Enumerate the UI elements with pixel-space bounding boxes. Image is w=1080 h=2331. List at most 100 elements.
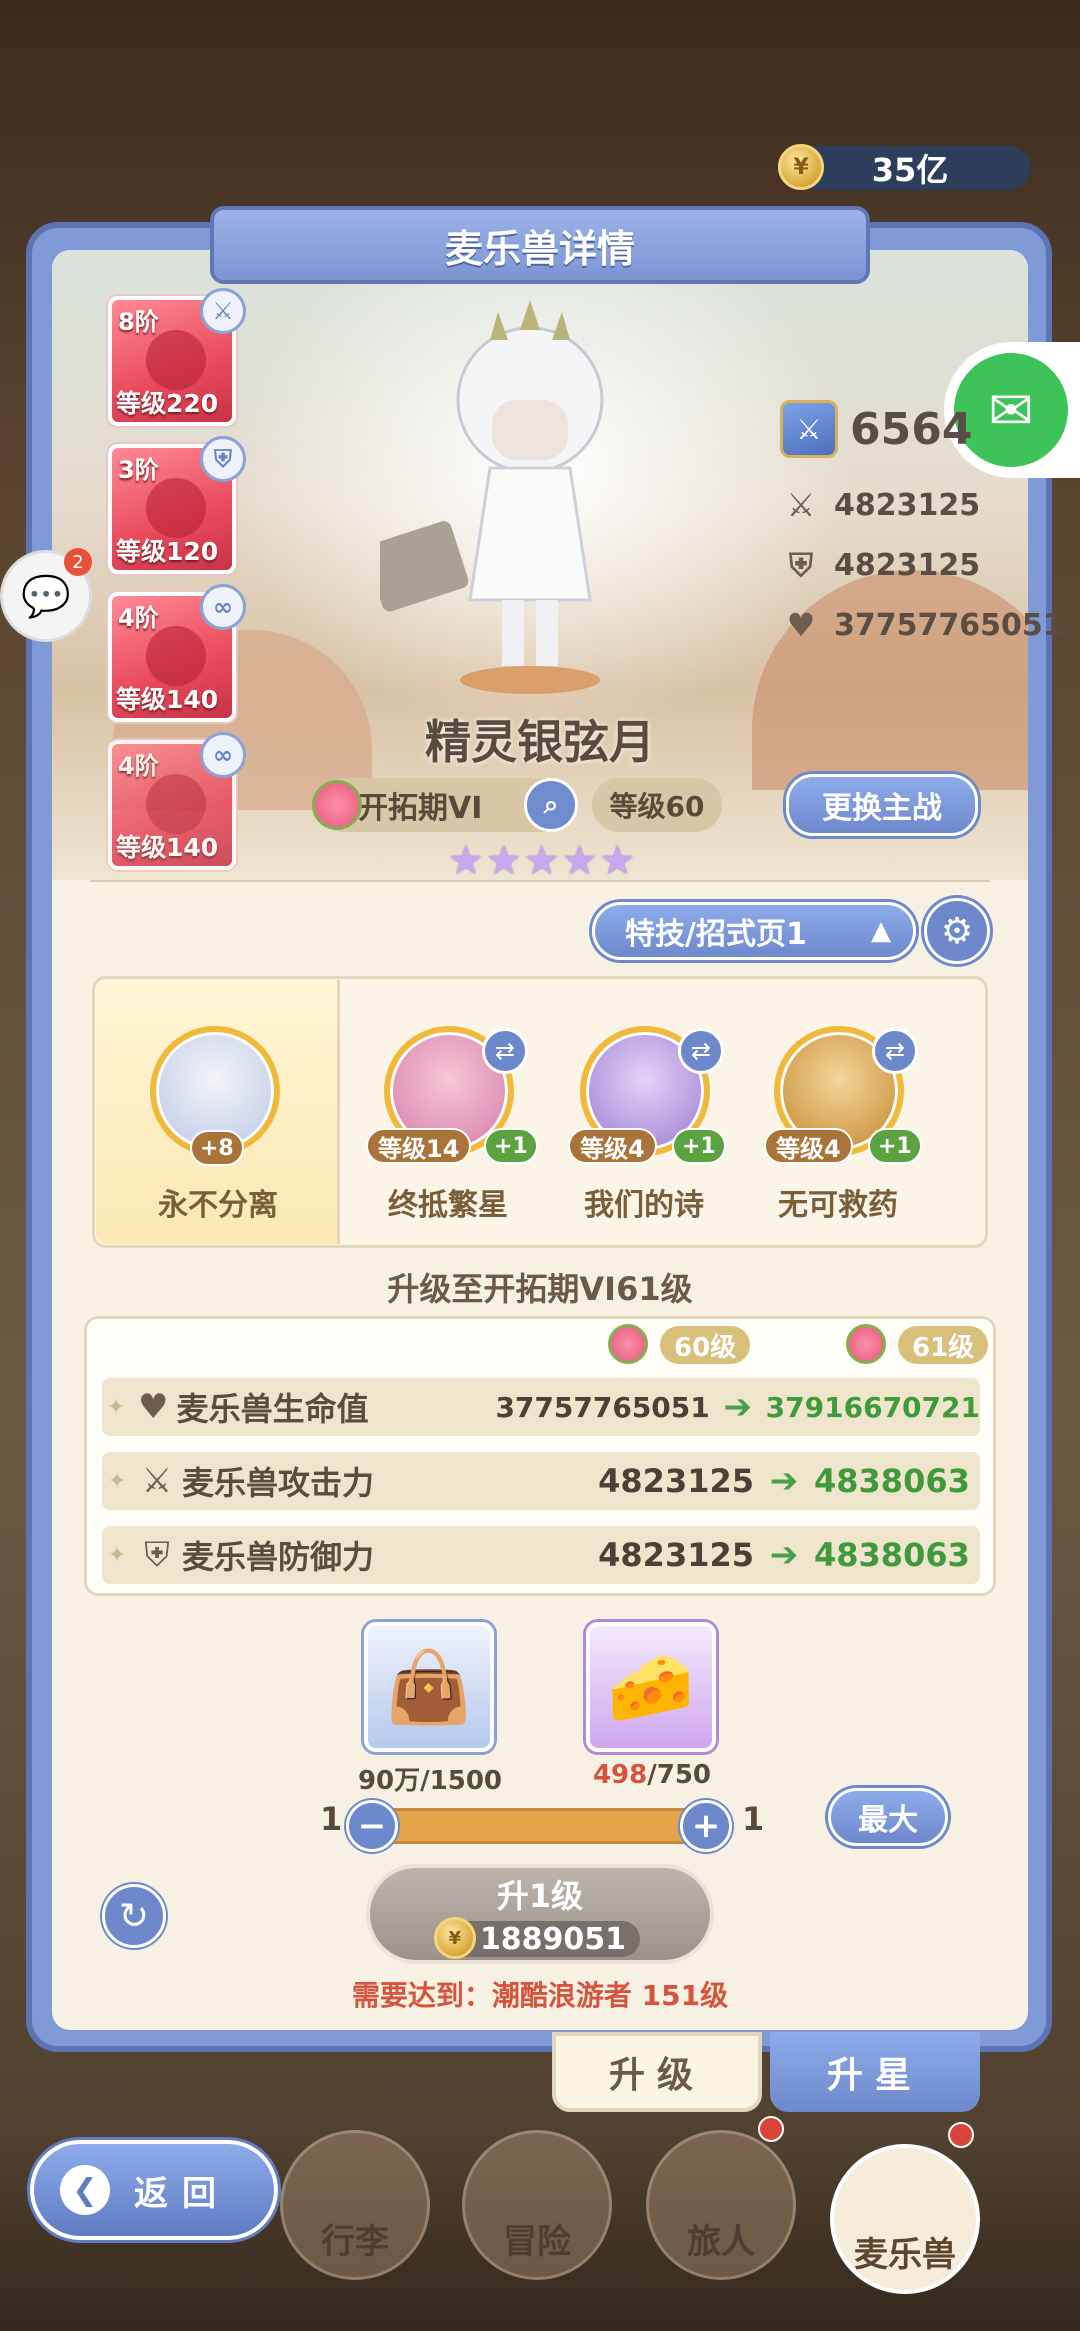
decrease-button[interactable]: − — [346, 1800, 398, 1852]
arrow-right-icon: ➔ — [723, 1387, 752, 1427]
next-level-tag: 61级 — [898, 1326, 989, 1364]
defense-value: 4823125 — [834, 547, 981, 583]
increase-button[interactable]: + — [680, 1800, 732, 1852]
swap-icon[interactable]: ⇄ — [678, 1028, 724, 1074]
star-rating: ★ ★ ★ ★ ★ — [448, 838, 635, 884]
coin-icon: ¥ — [433, 1917, 476, 1959]
zoom-icon[interactable]: ⌕ — [524, 778, 578, 832]
skill-level: 等级4 — [568, 1128, 657, 1164]
defense-stat: ⛨ 4823125 — [780, 544, 980, 586]
hp-value: 37757765051 — [834, 607, 1064, 643]
skill-plus: +1 — [484, 1128, 538, 1164]
food-bag-icon[interactable]: 👜 — [364, 1622, 494, 1752]
currency-amount: 35亿 — [871, 151, 949, 189]
skill-name: 终抵繁星 — [388, 1188, 508, 1223]
power-value: 6564 — [850, 403, 973, 455]
hp-stat: ♥ 37757765051 — [780, 604, 1064, 646]
companion-portrait — [146, 626, 206, 686]
stat-new: 4838063 — [814, 1462, 970, 1500]
character-model — [365, 300, 680, 700]
current-level-tag: 60级 — [660, 1326, 751, 1364]
chat-badge: 2 — [64, 548, 92, 576]
companion-level: 等级140 — [116, 833, 219, 862]
notification-dot — [758, 2116, 784, 2142]
bullet-icon: ✦ — [107, 1542, 127, 1568]
tab-star-up[interactable]: 升星 — [770, 2032, 980, 2112]
companion-portrait — [146, 478, 206, 538]
notification-dot — [948, 2122, 974, 2148]
shield-icon: ⛨ — [788, 545, 813, 584]
swords-icon: ⚔ — [141, 1461, 173, 1501]
attack-value: 4823125 — [834, 487, 981, 523]
power-icon: ⚔ — [780, 400, 838, 458]
cheese-icon[interactable]: 🧀 — [586, 1622, 716, 1752]
skill-plus: +1 — [868, 1128, 922, 1164]
compare-row-hp: ✦ ♥ 麦乐兽生命值 37757765051 ➔ 37916670721 — [102, 1378, 980, 1436]
currency-display: ¥ 35亿 — [778, 144, 1030, 190]
back-label: 返回 — [134, 2173, 230, 2214]
skill-page-dropdown[interactable]: 特技/招式页1 ▲ — [592, 902, 916, 960]
refresh-icon: ↻ — [118, 1895, 150, 1937]
page-title: 麦乐兽详情 — [210, 206, 870, 284]
upgrade-cost-value: 1889051 — [479, 1921, 627, 1957]
companion-level: 等级120 — [116, 537, 219, 566]
star-icon: ★ — [448, 838, 484, 884]
bullet-icon: ✦ — [107, 1468, 127, 1494]
tab-upgrade[interactable]: 升级 — [552, 2032, 762, 2112]
companion-portrait — [146, 330, 206, 390]
heart-icon: ♥ — [786, 606, 816, 644]
heart-icon: ♥ — [138, 1387, 169, 1427]
star-icon: ★ — [485, 838, 522, 884]
nav-adventure[interactable]: 冒险 — [462, 2130, 612, 2280]
link-icon: ∞ — [200, 584, 246, 630]
chat-icon: 💬 — [21, 573, 71, 620]
item-count: 498/750 — [552, 1760, 752, 1790]
companion-level: 等级220 — [116, 389, 219, 418]
nav-luggage[interactable]: 行李 — [280, 2130, 430, 2280]
swap-icon[interactable]: ⇄ — [872, 1028, 918, 1074]
companion-level: 等级140 — [116, 685, 219, 714]
star-icon: ★ — [561, 838, 598, 884]
main-skill-name: 永不分离 — [158, 1188, 278, 1223]
max-button[interactable]: 最大 — [828, 1788, 948, 1846]
skill-name: 我们的诗 — [584, 1188, 704, 1223]
quantity-slider[interactable] — [370, 1808, 710, 1844]
companion-rank: 4阶 — [118, 604, 159, 632]
compare-row-defense: ✦ ⛨ 麦乐兽防御力 4823125 ➔ 4838063 — [102, 1526, 980, 1584]
swords-icon: ⚔ — [786, 486, 816, 524]
star-icon: ★ — [599, 838, 636, 884]
slider-max: 1 — [742, 1800, 765, 1838]
power-stat: ⚔ 6564 — [780, 400, 972, 458]
nav-pet[interactable]: 麦乐兽 — [830, 2144, 980, 2294]
stage-pill: 开拓期VI ⌕ — [312, 778, 578, 832]
refresh-button[interactable]: ↻ — [102, 1884, 166, 1948]
item-need: /750 — [647, 1760, 712, 1790]
flower-icon — [846, 1324, 886, 1364]
upgrade-button[interactable]: 升1级 ¥ 1889051 — [366, 1864, 714, 1964]
stat-name: 麦乐兽生命值 — [176, 1390, 369, 1428]
back-button[interactable]: ❮ 返回 — [30, 2140, 278, 2240]
triangle-up-icon: ▲ — [871, 916, 891, 946]
slider-min: 1 — [320, 1800, 343, 1838]
nav-traveler[interactable]: 旅人 — [646, 2130, 796, 2280]
settings-button[interactable]: ⚙ — [924, 898, 990, 964]
star-icon: ★ — [523, 838, 560, 884]
level-pill: 等级60 — [592, 778, 722, 832]
upgrade-cost: ¥ 1889051 — [433, 1917, 641, 1959]
skill-bonus-badge: +8 — [190, 1130, 244, 1166]
upgrade-label: 升1级 — [496, 1877, 584, 1915]
companion-portrait — [146, 774, 206, 834]
flower-icon — [312, 780, 362, 830]
item-need: /1500 — [420, 1766, 503, 1796]
requirement-text: 需要达到：潮酷浪游者 151级 — [351, 1979, 729, 2012]
change-main-button[interactable]: 更换主战 — [786, 774, 978, 836]
skill-level: 等级4 — [764, 1128, 853, 1164]
stat-name: 麦乐兽防御力 — [182, 1538, 375, 1576]
plus-icon: + — [691, 1806, 721, 1846]
divider — [90, 880, 990, 886]
attack-stat: ⚔ 4823125 — [780, 484, 980, 526]
swap-icon[interactable]: ⇄ — [482, 1028, 528, 1074]
skill-name: 无可救药 — [778, 1188, 898, 1223]
item-count: 90万/1500 — [330, 1760, 530, 1797]
link-icon: ∞ — [200, 732, 246, 778]
